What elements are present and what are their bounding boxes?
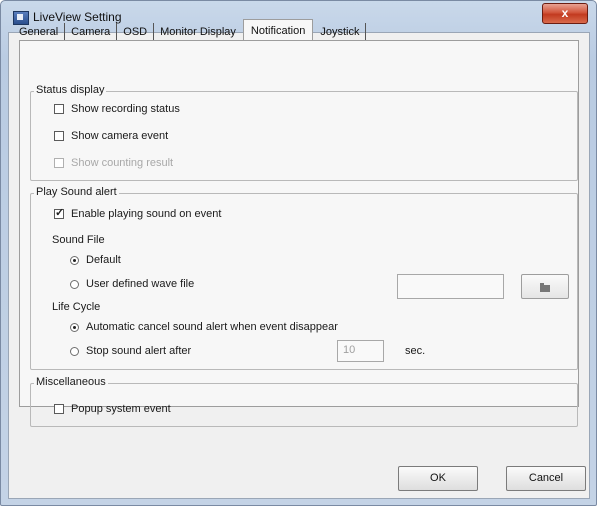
show-counting-result-option: Show counting result xyxy=(54,157,173,169)
default-sound-radio[interactable] xyxy=(70,255,79,265)
close-button[interactable]: x xyxy=(542,3,588,24)
miscellaneous-title: Miscellaneous xyxy=(34,376,108,388)
show-camera-event-option[interactable]: Show camera event xyxy=(54,130,168,142)
tab-strip: General Camera OSD Monitor Display Notif… xyxy=(19,17,367,42)
popup-system-event-label: Popup system event xyxy=(71,403,171,415)
browse-button[interactable] xyxy=(521,274,569,299)
show-recording-status-option[interactable]: Show recording status xyxy=(54,103,180,115)
stop-after-label: Stop sound alert after xyxy=(86,345,192,357)
show-camera-event-checkbox[interactable] xyxy=(54,131,64,141)
show-camera-event-label: Show camera event xyxy=(71,130,169,142)
stop-after-option[interactable]: Stop sound alert after xyxy=(70,345,191,357)
auto-cancel-radio[interactable] xyxy=(70,322,79,332)
status-display-title: Status display xyxy=(34,84,107,96)
show-recording-status-label: Show recording status xyxy=(71,103,180,115)
tab-camera[interactable]: Camera xyxy=(65,23,118,41)
seconds-unit-label: sec. xyxy=(405,345,426,357)
tab-monitor-display[interactable]: Monitor Display xyxy=(154,23,242,41)
auto-cancel-label: Automatic cancel sound alert when event … xyxy=(86,321,338,333)
enable-sound-label: Enable playing sound on event xyxy=(71,208,222,220)
life-cycle-label: Life Cycle xyxy=(52,301,101,313)
tab-general[interactable]: General xyxy=(19,23,66,41)
tab-notification[interactable]: Notification xyxy=(242,19,314,42)
play-sound-title: Play Sound alert xyxy=(34,186,119,198)
stop-after-seconds-input[interactable]: 10 xyxy=(337,340,384,362)
show-recording-status-checkbox[interactable] xyxy=(54,104,64,114)
default-sound-option[interactable]: Default xyxy=(70,254,121,266)
popup-system-event-option[interactable]: Popup system event xyxy=(54,403,171,415)
stop-after-radio[interactable] xyxy=(70,346,79,356)
show-counting-result-label: Show counting result xyxy=(71,157,174,169)
sound-file-label: Sound File xyxy=(52,234,105,246)
user-defined-radio[interactable] xyxy=(70,279,79,289)
cancel-button[interactable]: Cancel xyxy=(506,466,586,491)
user-defined-option[interactable]: User defined wave file xyxy=(70,278,194,290)
ok-button[interactable]: OK xyxy=(398,466,478,491)
popup-system-event-checkbox[interactable] xyxy=(54,404,64,414)
show-counting-result-checkbox xyxy=(54,158,64,168)
user-defined-label: User defined wave file xyxy=(86,278,195,290)
folder-icon xyxy=(540,283,550,292)
tab-joystick[interactable]: Joystick xyxy=(314,23,367,41)
enable-sound-option[interactable]: Enable playing sound on event xyxy=(54,206,222,220)
wave-file-input[interactable] xyxy=(397,274,504,299)
tab-osd[interactable]: OSD xyxy=(117,23,155,41)
default-sound-label: Default xyxy=(86,254,121,266)
auto-cancel-option[interactable]: Automatic cancel sound alert when event … xyxy=(70,321,338,333)
enable-sound-checkbox[interactable] xyxy=(54,206,64,219)
